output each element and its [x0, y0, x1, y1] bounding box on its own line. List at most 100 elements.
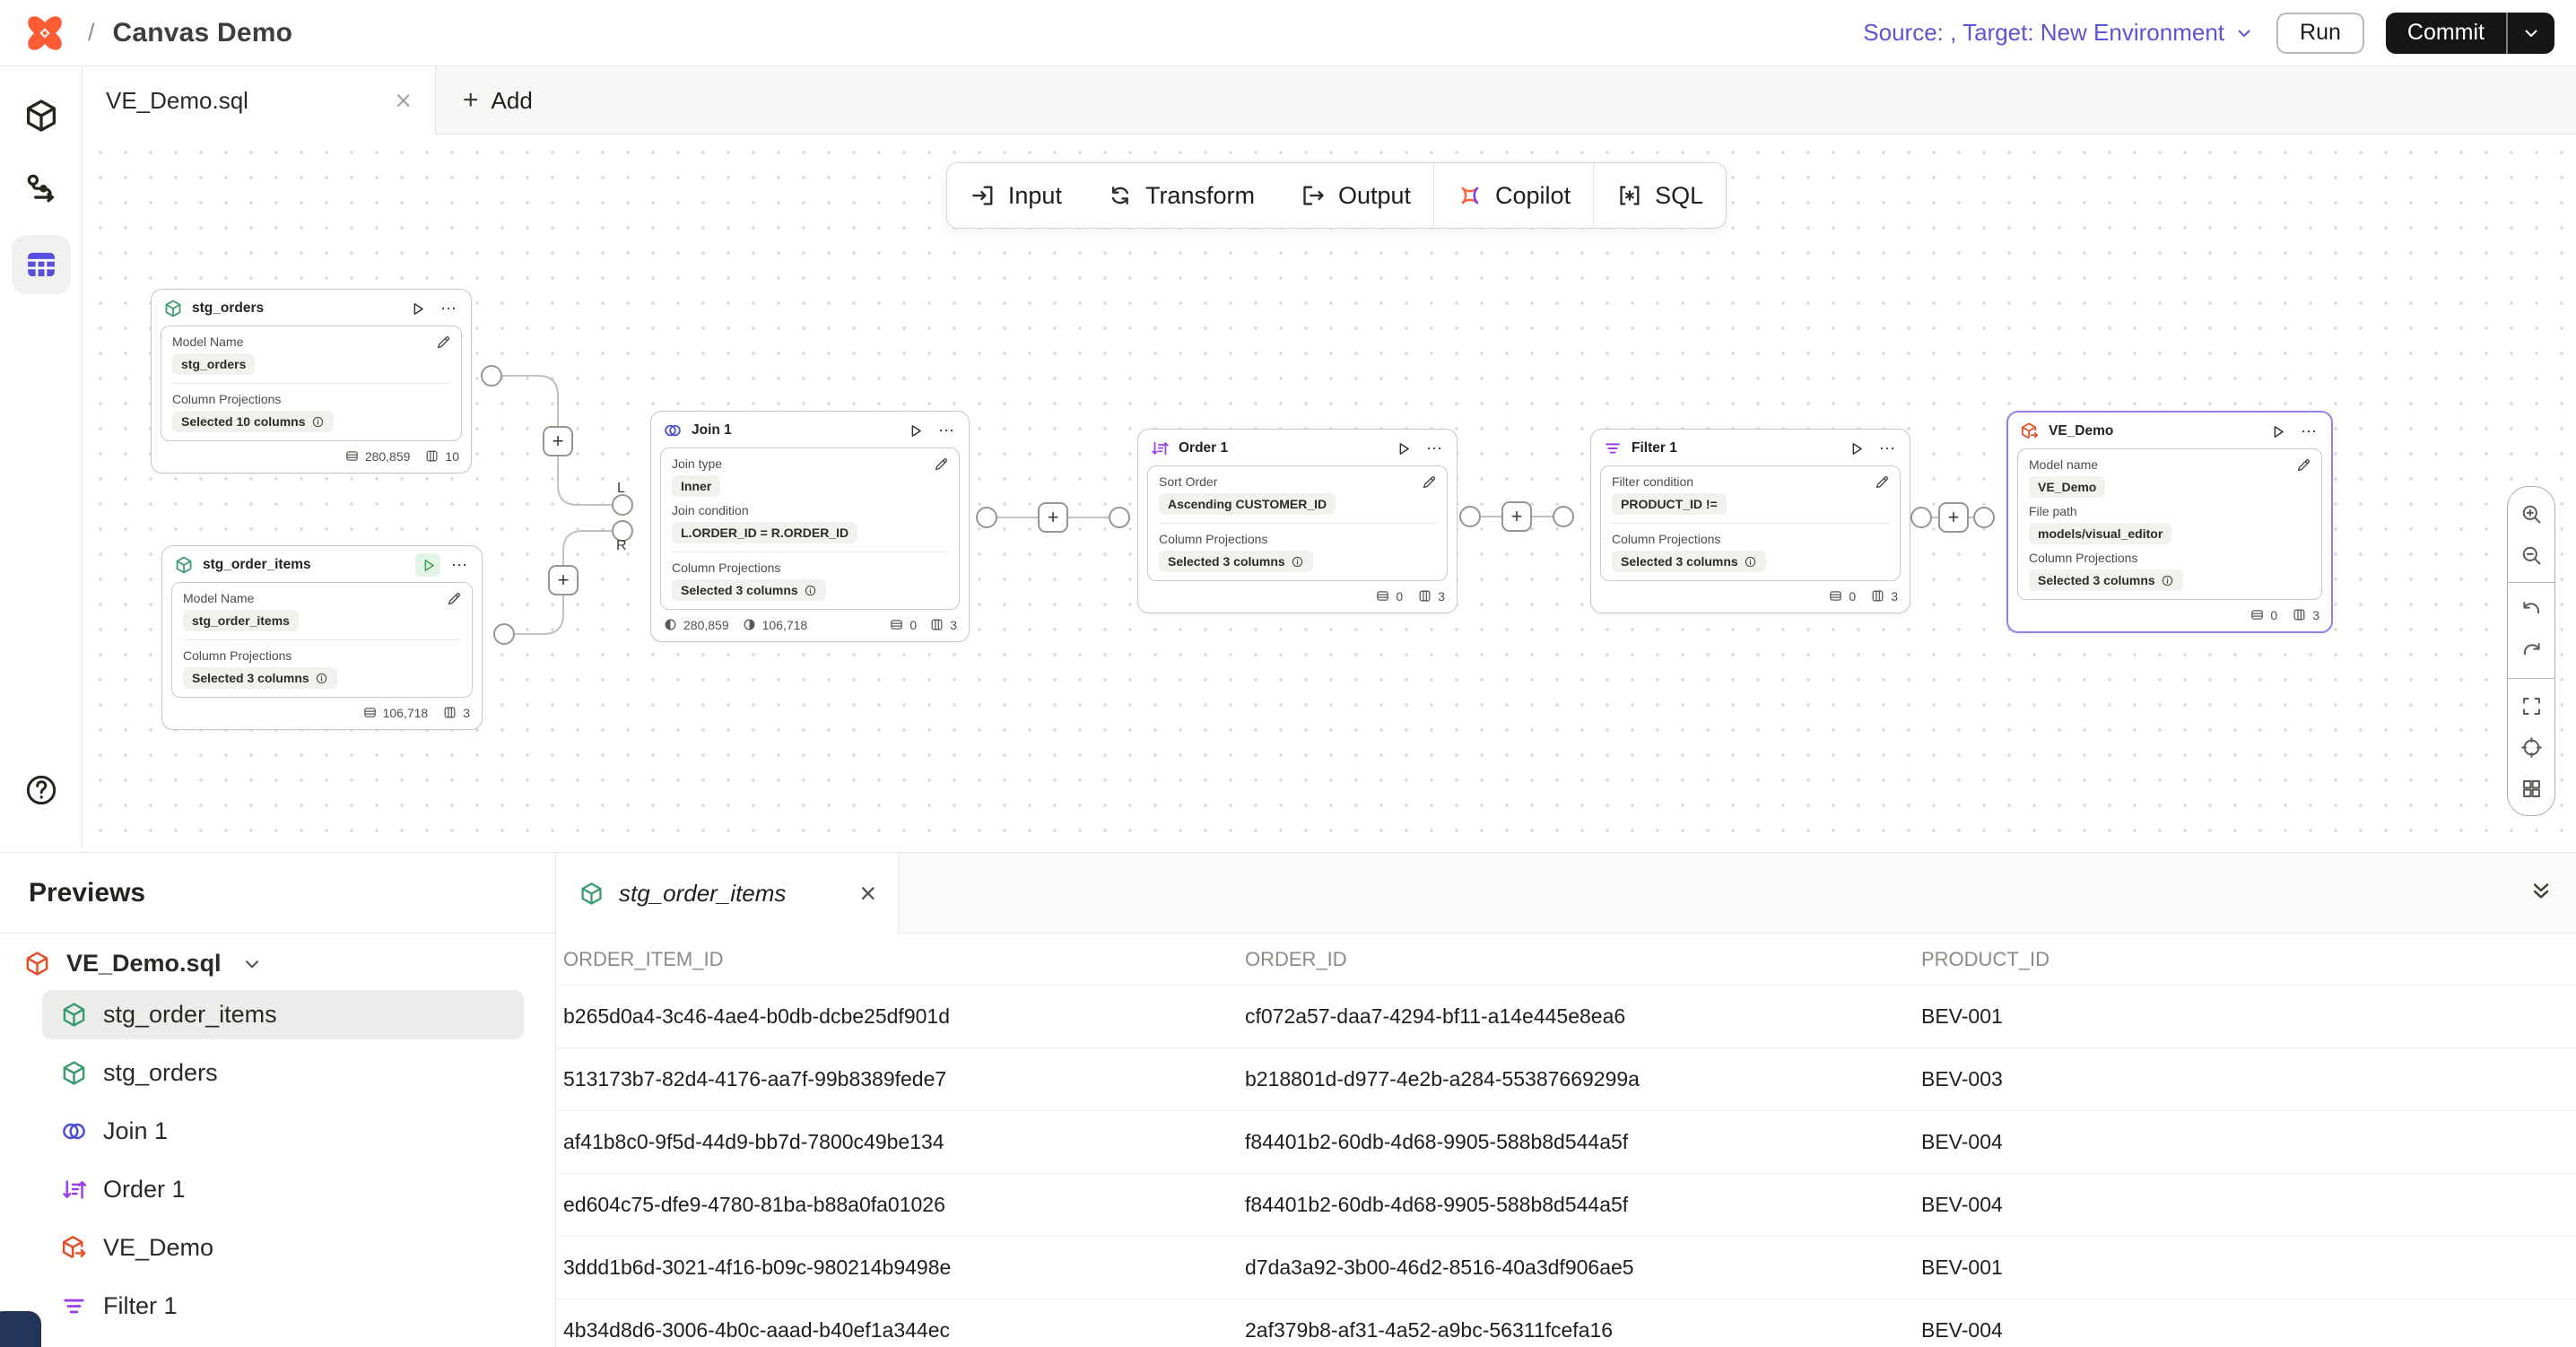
- tree-item-ve-demo-sql[interactable]: VE_Demo.sql: [16, 939, 524, 988]
- collapse-panel-button[interactable]: [2528, 878, 2554, 909]
- more-button[interactable]: ⋯: [936, 421, 957, 440]
- column-header[interactable]: PRODUCT_ID: [1921, 948, 2576, 971]
- edit-icon[interactable]: [1874, 474, 1891, 491]
- chevron-down-icon[interactable]: [240, 952, 264, 976]
- rail-lineage-button[interactable]: [12, 161, 71, 220]
- edit-icon[interactable]: [2295, 456, 2312, 474]
- column-header[interactable]: ORDER_ID: [1245, 948, 1921, 971]
- tree-item-label: stg_order_items: [103, 1001, 277, 1029]
- play-button[interactable]: [405, 297, 430, 320]
- row-count: 0: [1375, 588, 1403, 604]
- tree-item-stg-orders[interactable]: stg_orders: [42, 1048, 524, 1098]
- info-icon[interactable]: [1744, 555, 1757, 569]
- model-cube-icon: [60, 1001, 88, 1029]
- toolbar-sql-button[interactable]: SQL: [1594, 163, 1726, 228]
- info-icon[interactable]: [2161, 574, 2174, 587]
- previews-sidebar: Previews VE_Demo.sql stg_order_items stg…: [0, 853, 556, 1347]
- toolbar-copilot-button[interactable]: Copilot: [1434, 163, 1593, 228]
- tree-item-order-1[interactable]: Order 1: [42, 1165, 524, 1214]
- node-config-card[interactable]: Model Name stg_order_items Column Projec…: [171, 582, 473, 698]
- node-config-card[interactable]: Sort Order Ascending CUSTOMER_ID Column …: [1147, 465, 1448, 581]
- node-config-card[interactable]: Model name VE_Demo File path models/visu…: [2017, 448, 2322, 600]
- table-row[interactable]: b265d0a4-3c46-4ae4-b0db-dcbe25df901d cf0…: [556, 986, 2576, 1048]
- more-button[interactable]: ⋯: [439, 300, 459, 318]
- add-step-button[interactable]: +: [1038, 502, 1068, 533]
- add-step-button[interactable]: +: [543, 426, 573, 456]
- node-filter-1[interactable]: Filter 1 ⋯ Filter condition PRODUCT_ID !…: [1590, 429, 1910, 613]
- sort-order-chip: Ascending CUSTOMER_ID: [1159, 493, 1336, 515]
- node-order-1[interactable]: Order 1 ⋯ Sort Order Ascending CUSTOMER_…: [1137, 429, 1458, 613]
- column-header[interactable]: ORDER_ITEM_ID: [563, 948, 1245, 971]
- info-icon[interactable]: [311, 415, 325, 429]
- edit-icon[interactable]: [1421, 474, 1438, 491]
- field-label: Join condition: [672, 503, 948, 517]
- chat-widget[interactable]: [0, 1311, 41, 1347]
- tree-item-stg-order-items[interactable]: stg_order_items: [42, 990, 524, 1039]
- commit-dropdown-button[interactable]: [2506, 13, 2554, 54]
- preview-tab-active[interactable]: stg_order_items ×: [556, 853, 899, 934]
- more-button[interactable]: ⋯: [449, 556, 470, 575]
- add-step-button[interactable]: +: [1501, 501, 1532, 532]
- tree-item-ve-demo[interactable]: VE_Demo: [42, 1223, 524, 1273]
- more-button[interactable]: ⋯: [1877, 439, 1898, 458]
- play-button[interactable]: [902, 419, 927, 442]
- commit-split-button[interactable]: Commit: [2386, 13, 2554, 54]
- play-button[interactable]: [2265, 420, 2290, 443]
- edit-icon[interactable]: [933, 456, 950, 473]
- edit-icon[interactable]: [446, 590, 463, 607]
- zoom-in-button[interactable]: [2511, 493, 2551, 534]
- add-step-button[interactable]: +: [548, 565, 579, 595]
- canvas[interactable]: Input Transform Output Copilot: [83, 135, 2576, 852]
- node-ve-demo[interactable]: VE_Demo ⋯ Model name VE_Demo File path m…: [2006, 411, 2333, 633]
- info-icon[interactable]: [1291, 555, 1304, 569]
- rail-models-button[interactable]: [12, 86, 71, 145]
- play-button[interactable]: [1843, 437, 1868, 460]
- table-row[interactable]: 513173b7-82d4-4176-aa7f-99b8389fede7 b21…: [556, 1048, 2576, 1111]
- table-row[interactable]: 3ddd1b6d-3021-4f16-b09c-980214b9498e d7d…: [556, 1237, 2576, 1299]
- columns-icon: [424, 448, 439, 464]
- table-row[interactable]: ed604c75-dfe9-4780-81ba-b88a0fa01026 f84…: [556, 1174, 2576, 1237]
- dbt-logo-icon[interactable]: [23, 12, 66, 55]
- left-rail: [0, 66, 83, 852]
- undo-button[interactable]: [2511, 589, 2551, 630]
- table-row[interactable]: 4b34d8d6-3006-4b0c-aaad-b40ef1a344ec 2af…: [556, 1299, 2576, 1347]
- environment-selector[interactable]: Source: , Target: New Environment: [1863, 19, 2255, 47]
- node-join-1[interactable]: Join 1 ⋯ Join type Inner Join condition …: [650, 411, 970, 642]
- preview-data-table[interactable]: ORDER_ITEM_ID ORDER_ID PRODUCT_ID b265d0…: [556, 934, 2576, 1347]
- commit-button-label[interactable]: Commit: [2386, 13, 2506, 54]
- close-preview-icon[interactable]: ×: [859, 879, 876, 908]
- redo-button[interactable]: [2511, 630, 2551, 672]
- help-button[interactable]: [23, 772, 59, 813]
- cell-product-id: BEV-004: [1921, 1193, 2576, 1217]
- zoom-out-button[interactable]: [2511, 534, 2551, 576]
- toolbar-input-button[interactable]: Input: [947, 163, 1084, 228]
- overview-button[interactable]: [2511, 768, 2551, 809]
- play-button[interactable]: [1390, 437, 1415, 460]
- toolbar-transform-button[interactable]: Transform: [1084, 163, 1277, 228]
- info-icon[interactable]: [804, 584, 817, 597]
- output-port: [482, 366, 501, 386]
- run-button[interactable]: Run: [2276, 13, 2364, 54]
- rail-table-button[interactable]: [12, 235, 71, 294]
- edit-icon[interactable]: [435, 334, 452, 351]
- tree-item-filter-1[interactable]: Filter 1: [42, 1282, 524, 1331]
- info-icon[interactable]: [315, 672, 328, 685]
- file-tab-active[interactable]: VE_Demo.sql ×: [83, 66, 436, 135]
- add-tab-button[interactable]: + Add: [436, 66, 560, 135]
- more-button[interactable]: ⋯: [1424, 439, 1445, 458]
- node-config-card[interactable]: Filter condition PRODUCT_ID != Column Pr…: [1600, 465, 1901, 581]
- play-button[interactable]: [415, 553, 440, 577]
- more-button[interactable]: ⋯: [2299, 422, 2319, 441]
- fit-view-button[interactable]: [2511, 685, 2551, 726]
- field-label: Model Name: [183, 591, 461, 605]
- close-tab-icon[interactable]: ×: [395, 86, 412, 115]
- node-stg-order-items[interactable]: stg_order_items ⋯ Model Name stg_order_i…: [161, 545, 483, 730]
- node-config-card[interactable]: Model Name stg_orders Column Projections…: [161, 326, 462, 441]
- tree-item-join-1[interactable]: Join 1: [42, 1107, 524, 1156]
- table-row[interactable]: af41b8c0-9f5d-44d9-bb7d-7800c49be134 f84…: [556, 1111, 2576, 1174]
- add-step-button[interactable]: +: [1938, 502, 1969, 533]
- toolbar-output-button[interactable]: Output: [1277, 163, 1433, 228]
- center-button[interactable]: [2511, 726, 2551, 768]
- node-stg-orders[interactable]: stg_orders ⋯ Model Name stg_orders Colum…: [151, 289, 472, 474]
- node-config-card[interactable]: Join type Inner Join condition L.ORDER_I…: [660, 448, 960, 610]
